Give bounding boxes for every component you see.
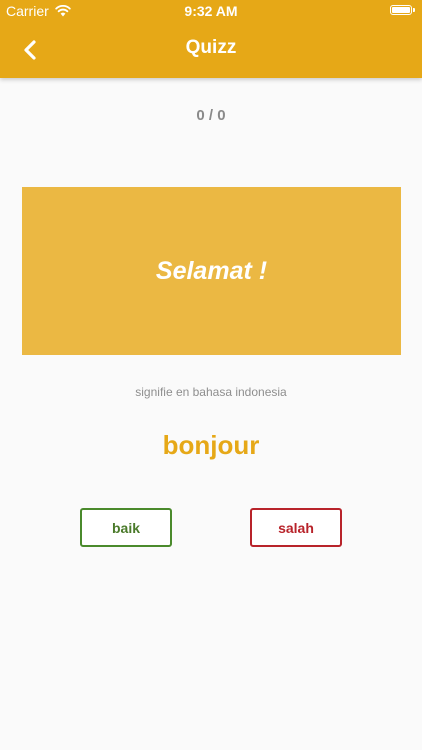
page-title: Quizz [185, 37, 237, 58]
wrong-button[interactable]: salah [250, 508, 342, 547]
correct-button[interactable]: baik [80, 508, 172, 547]
word-card: Selamat ! [22, 187, 401, 355]
wrong-button-label: salah [278, 519, 314, 536]
status-time: 9:32 AM [184, 3, 238, 19]
header-bar: Carrier 9:32 AM Quizz [0, 0, 422, 78]
meaning-subtitle: signifie en bahasa indonesia [135, 385, 287, 399]
question-counter: 0 / 0 [196, 107, 226, 124]
card-word: Selamat ! [155, 256, 268, 285]
status-bar: Carrier 9:32 AM [0, 0, 422, 22]
correct-button-label: baik [111, 519, 140, 536]
battery-icon [390, 5, 415, 15]
battery-level [392, 7, 410, 13]
translation-word: bonjour [162, 430, 260, 460]
